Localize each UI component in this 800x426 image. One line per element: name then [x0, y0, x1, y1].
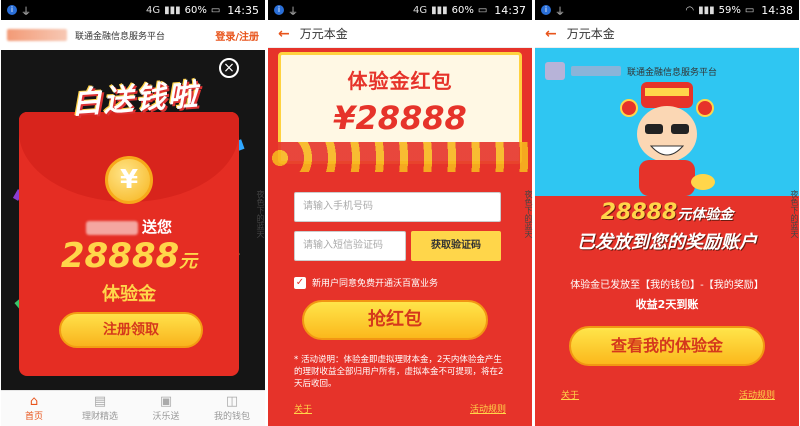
tab-finance[interactable]: ▤ 理财精选 — [67, 391, 133, 426]
side-watermark: 夜色下的蓝天 — [790, 190, 799, 238]
close-icon[interactable]: × — [219, 58, 239, 78]
nav-title: 万元本金 — [299, 27, 348, 41]
clock: 14:38 — [761, 3, 793, 17]
app-notification-icon: i — [7, 5, 17, 15]
card-title: 体验金红包 — [347, 69, 453, 93]
platform-name: 联通金融信息服务平台 — [75, 31, 166, 42]
clock: 14:37 — [494, 3, 526, 17]
red-envelope-popup: ¥ 送您 28888元 体验金 注册领取 白送钱啦 × — [9, 56, 241, 380]
gift-icon: ▣ — [159, 394, 173, 409]
platform-name: 联通金融信息服务平台 — [627, 67, 718, 78]
earnings-info: 收益2天到账 — [635, 298, 699, 311]
rules-link[interactable]: 活动规则 — [739, 388, 775, 401]
chart-icon: ▤ — [93, 394, 107, 409]
battery-level: 59% — [718, 4, 741, 16]
about-link[interactable]: 关于 — [294, 402, 312, 415]
battery-level: 60% — [451, 4, 474, 16]
usb-icon: ⏚ — [288, 6, 298, 18]
wallet-icon: ◫ — [225, 394, 239, 409]
tab-home[interactable]: ⌂ 首页 — [1, 391, 67, 426]
battery-icon: ▭ — [744, 4, 755, 16]
home-icon: ⌂ — [29, 394, 39, 409]
wifi-icon: ◠ — [685, 4, 695, 16]
usb-icon: ⏚ — [555, 6, 565, 18]
side-watermark: 夜色下的蓝天 — [524, 190, 533, 238]
screen-redpacket-form: i ⏚ 4G ▮▮▮ 60% ▭ 14:37 ← 万元本金 体验金红包 ¥288… — [268, 0, 532, 426]
usb-icon: ⏚ — [21, 6, 31, 18]
status-bar: i ⏚ 4G ▮▮▮ 60% ▭ 14:35 — [1, 0, 265, 20]
about-link[interactable]: 关于 — [561, 388, 579, 401]
app-notification-icon: i — [541, 5, 551, 15]
network-type: 4G — [145, 4, 161, 16]
app-notification-icon: i — [274, 5, 284, 15]
login-register-link[interactable]: 登录/注册 — [215, 28, 259, 43]
tab-wallet[interactable]: ◫ 我的钱包 — [199, 391, 265, 426]
gold-coins-decoration — [268, 142, 532, 172]
back-arrow-icon[interactable]: ← — [278, 26, 290, 42]
battery-icon: ▭ — [210, 4, 221, 16]
network-type: 4G — [412, 4, 428, 16]
agree-checkbox[interactable]: ✓ — [294, 277, 306, 289]
signal-icon: ▮▮▮ — [164, 4, 181, 16]
blurred-brand — [85, 220, 138, 235]
rules-link[interactable]: 活动规则 — [470, 402, 506, 415]
phone-input[interactable]: 请输入手机号码 — [294, 192, 501, 222]
brand-logo — [545, 62, 565, 80]
promo-title: 白送钱啦 — [70, 77, 201, 122]
app-header: 联通金融信息服务平台 登录/注册 — [1, 20, 265, 50]
agree-text: 新用户同意免费开通沃百富业务 — [312, 279, 439, 289]
signal-icon: ▮▮▮ — [698, 4, 715, 16]
nav-bar: ← 万元本金 — [268, 20, 532, 48]
bonus-amount: 28888元 — [60, 236, 198, 276]
activity-note: * 活动说明：体验金即虚拟理财本金，2天内体验金产生的理财收益全部归用户所有，虚… — [294, 355, 504, 389]
tab-wolesong[interactable]: ▣ 沃乐送 — [133, 391, 199, 426]
sms-code-input[interactable]: 请输入短信验证码 — [294, 231, 406, 261]
register-claim-button[interactable]: 注册领取 — [59, 312, 203, 348]
blurred-brand — [571, 66, 621, 76]
battery-icon: ▭ — [477, 4, 488, 16]
issued-info: 体验金已发放至【我的钱包】-【我的奖励】 — [570, 280, 764, 291]
view-bonus-button[interactable]: 查看我的体验金 — [569, 326, 765, 366]
signal-icon: ▮▮▮ — [431, 4, 448, 16]
red-envelope: ¥ 送您 28888元 体验金 注册领取 — [19, 112, 239, 376]
battery-level: 60% — [184, 4, 207, 16]
card-amount: ¥28888 — [333, 99, 467, 137]
nav-bar: ← 万元本金 — [535, 20, 799, 48]
side-watermark: 夜色下的蓝天 — [256, 190, 265, 238]
send-text: 送您 — [19, 216, 239, 237]
success-subheadline: 已发放到您的奖励账户 — [577, 232, 757, 253]
yuan-coin-icon: ¥ — [105, 156, 153, 204]
brand-logo — [7, 29, 67, 41]
bottom-tab-bar: ⌂ 首页 ▤ 理财精选 ▣ 沃乐送 ◫ 我的钱包 — [1, 390, 265, 426]
grab-redpacket-button[interactable]: 抢红包 — [302, 300, 488, 340]
nav-title: 万元本金 — [566, 27, 615, 41]
screen-success: i ⏚ ◠ ▮▮▮ 59% ▭ 14:38 ← 万元本金 联通金融信息服务平台 … — [535, 0, 799, 426]
success-headline: 28888元体验金 — [600, 200, 734, 225]
back-arrow-icon[interactable]: ← — [545, 26, 557, 42]
get-code-button[interactable]: 获取验证码 — [411, 231, 501, 261]
screen-home: i ⏚ 4G ▮▮▮ 60% ▭ 14:35 联通金融信息服务平台 登录/注册 … — [1, 0, 265, 426]
bonus-label: 体验金 — [102, 284, 156, 305]
status-bar: i ⏚ 4G ▮▮▮ 60% ▭ 14:37 — [268, 0, 532, 20]
status-bar: i ⏚ ◠ ▮▮▮ 59% ▭ 14:38 — [535, 0, 799, 20]
fortune-god-illustration — [620, 82, 715, 196]
clock: 14:35 — [227, 3, 259, 17]
